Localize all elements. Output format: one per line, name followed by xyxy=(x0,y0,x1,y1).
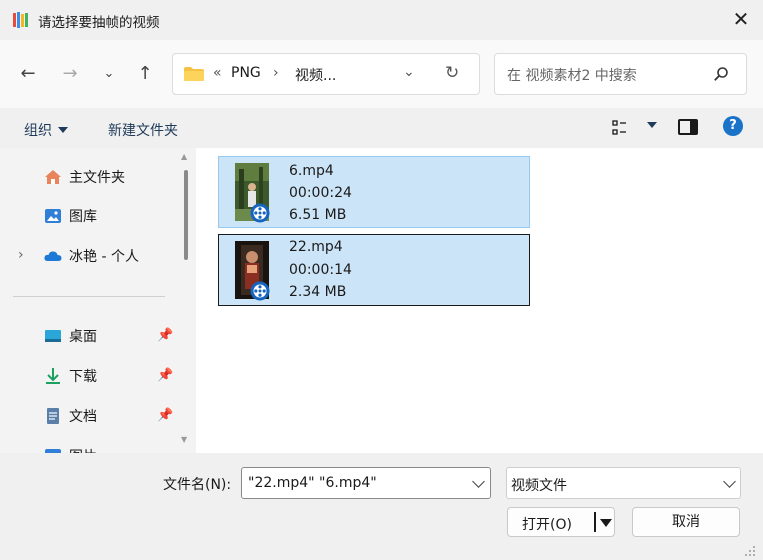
sidebar-item-label: 文档 xyxy=(69,409,97,425)
scroll-down-icon[interactable]: ▼ xyxy=(181,435,187,444)
new-folder-button[interactable]: 新建文件夹 xyxy=(108,120,178,140)
open-dropdown-icon[interactable] xyxy=(600,519,612,527)
home-icon xyxy=(45,170,61,184)
filetype-select[interactable]: 视频文件 xyxy=(506,467,741,499)
sidebar-item-label: 图片 xyxy=(69,446,97,453)
breadcrumb-png[interactable]: PNG xyxy=(231,65,261,81)
chevron-down-icon[interactable] xyxy=(472,475,485,488)
cancel-button[interactable]: 取消 xyxy=(632,507,740,537)
file-item-6-mp4[interactable]: 6.mp4 00:00:24 6.51 MB xyxy=(218,156,530,228)
desktop-icon xyxy=(45,330,61,342)
breadcrumb-overflow[interactable]: « xyxy=(213,65,222,81)
scroll-up-icon[interactable]: ▲ xyxy=(181,152,187,161)
pin-icon: 📌 xyxy=(157,328,174,343)
dialog-footer: 文件名(N): "22.mp4" "6.mp4" 视频文件 打开(O) 取消 xyxy=(0,453,763,560)
address-dropdown-icon[interactable]: ⌄ xyxy=(403,64,415,80)
open-button[interactable]: 打开(O) xyxy=(507,507,615,537)
sidebar-item-pictures[interactable]: 图片 xyxy=(0,438,175,453)
sidebar-item-gallery[interactable]: 图库 xyxy=(0,198,175,234)
file-list: 6.mp4 00:00:24 6.51 MB 22.mp4 00:00:14 2… xyxy=(196,148,763,453)
gallery-icon xyxy=(45,209,61,223)
sidebar-item-label: 桌面 xyxy=(69,329,97,345)
sidebar-scrollbar[interactable]: ▲ ▼ xyxy=(177,148,195,453)
sidebar-item-documents[interactable]: 文档 📌 xyxy=(0,398,175,434)
file-duration: 00:00:24 xyxy=(289,185,352,201)
file-item-22-mp4[interactable]: 22.mp4 00:00:14 2.34 MB xyxy=(218,234,530,306)
scrollbar-thumb[interactable] xyxy=(184,170,188,260)
video-reel-icon xyxy=(250,203,270,223)
search-icon xyxy=(714,67,728,81)
title-bar: 请选择要抽帧的视频 ✕ xyxy=(0,0,763,40)
file-name: 22.mp4 xyxy=(289,239,343,255)
sidebar-divider xyxy=(13,296,165,297)
arrow-right-icon[interactable]: → xyxy=(58,63,82,85)
sidebar-item-label: 冰艳 - 个人 xyxy=(69,249,139,265)
window-title: 请选择要抽帧的视频 xyxy=(38,15,160,31)
navigation-bar: ← → ⌄ ↑ « PNG › 视频... ⌄ ↻ 在 视频素材2 中搜索 xyxy=(0,40,763,108)
sidebar-item-home[interactable]: 主文件夹 xyxy=(0,159,175,195)
caret-down-icon xyxy=(58,127,68,133)
expand-chevron-icon[interactable]: › xyxy=(18,247,24,263)
split-divider xyxy=(594,512,596,532)
view-caret-icon[interactable] xyxy=(647,122,657,128)
organize-button[interactable]: 组织 xyxy=(24,120,68,140)
command-bar: 组织 新建文件夹 ? xyxy=(0,108,763,148)
document-icon xyxy=(47,408,59,424)
help-icon[interactable]: ? xyxy=(723,116,743,136)
sidebar-item-label: 主文件夹 xyxy=(69,170,125,186)
address-bar[interactable]: « PNG › 视频... ⌄ ↻ xyxy=(172,53,480,95)
filename-value: "22.mp4" "6.mp4" xyxy=(248,475,377,491)
pin-icon: 📌 xyxy=(157,408,174,423)
arrow-left-icon[interactable]: ← xyxy=(16,63,40,85)
search-box[interactable]: 在 视频素材2 中搜索 xyxy=(494,53,747,95)
filename-label: 文件名(N): xyxy=(163,477,232,493)
open-button-label: 打开(O) xyxy=(522,517,572,533)
file-name: 6.mp4 xyxy=(289,163,334,179)
pin-icon: 📌 xyxy=(157,368,174,383)
breadcrumb-separator: › xyxy=(273,65,279,81)
sidebar-item-onedrive[interactable]: › 冰艳 - 个人 xyxy=(0,238,175,274)
preview-pane-icon[interactable] xyxy=(678,119,698,135)
sidebar-item-label: 图库 xyxy=(69,209,97,225)
chevron-down-icon[interactable]: ⌄ xyxy=(97,63,121,85)
folder-icon xyxy=(184,67,204,81)
file-duration: 00:00:14 xyxy=(289,262,352,278)
cloud-icon xyxy=(44,251,62,261)
organize-label: 组织 xyxy=(24,123,52,139)
view-options-icon[interactable] xyxy=(612,120,632,136)
chevron-down-icon xyxy=(723,475,736,488)
filetype-value: 视频文件 xyxy=(511,478,567,494)
refresh-icon[interactable]: ↻ xyxy=(445,63,459,83)
video-reel-icon xyxy=(250,281,270,301)
navigation-pane: 主文件夹 图库 › 冰艳 - 个人 桌面 📌 下载 📌 文档 📌 ▲ ▼ xyxy=(0,148,195,453)
file-size: 2.34 MB xyxy=(289,284,347,300)
breadcrumb-video[interactable]: 视频... xyxy=(295,65,336,85)
resize-grip-icon[interactable] xyxy=(742,545,756,557)
sidebar-item-desktop[interactable]: 桌面 📌 xyxy=(0,318,175,354)
download-icon xyxy=(46,368,60,384)
sidebar-item-downloads[interactable]: 下载 📌 xyxy=(0,358,175,394)
app-icon xyxy=(13,12,28,28)
search-placeholder: 在 视频素材2 中搜索 xyxy=(507,68,637,84)
filename-input[interactable]: "22.mp4" "6.mp4" xyxy=(241,467,491,499)
close-icon[interactable]: ✕ xyxy=(728,8,754,32)
arrow-up-icon[interactable]: ↑ xyxy=(133,63,157,85)
sidebar-item-label: 下载 xyxy=(69,369,97,385)
file-size: 6.51 MB xyxy=(289,207,347,223)
